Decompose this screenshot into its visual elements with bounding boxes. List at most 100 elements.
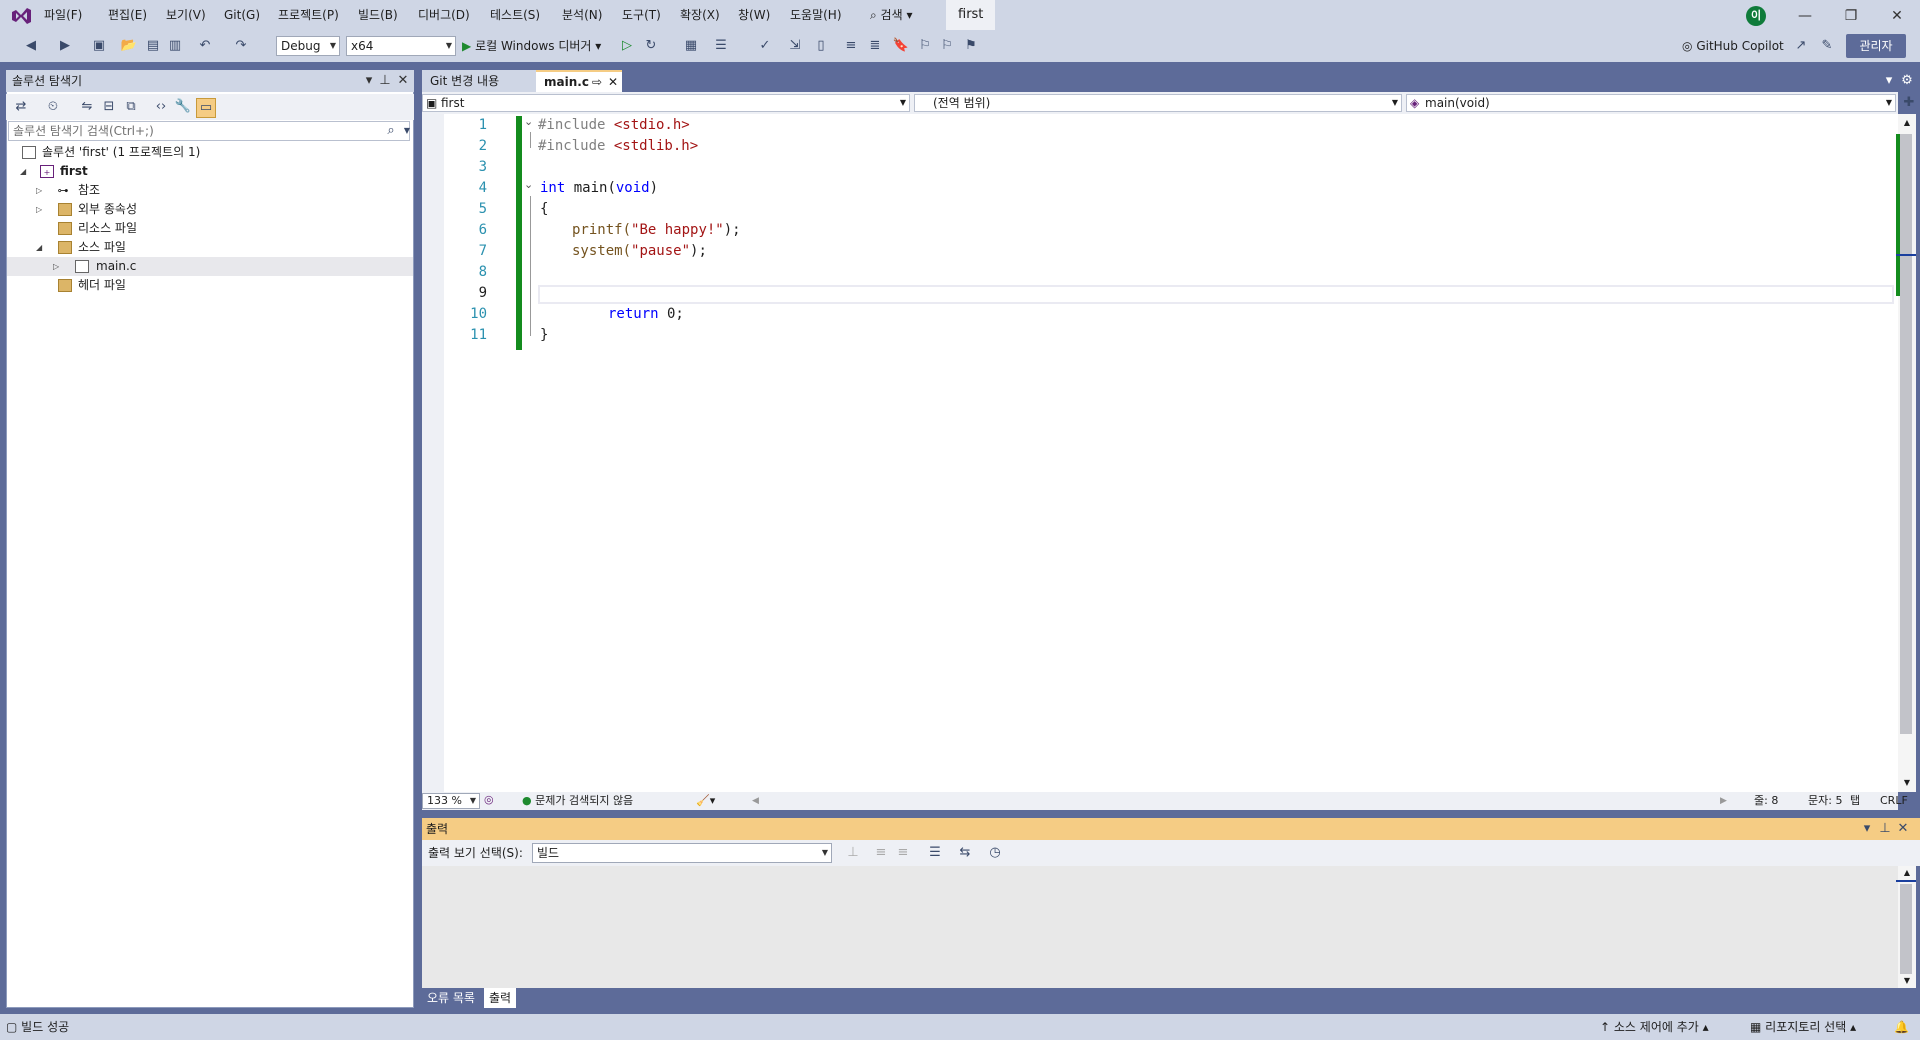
menu-item[interactable]: Git(G) [216,0,268,32]
redo-icon[interactable]: ↷ [232,37,250,55]
scroll-thumb[interactable] [1900,884,1912,974]
menu-item[interactable]: 빌드(B) [350,0,406,32]
eol-indicator[interactable]: CRLF [1880,792,1908,810]
solution-search-input[interactable]: 솔루션 탐색기 검색(Ctrl+;) [8,121,410,141]
menu-item[interactable]: 테스트(S) [482,0,548,32]
menu-item[interactable]: 도움말(H) [782,0,850,32]
next-bookmark-icon[interactable]: ⚐ [938,37,956,55]
glyph-margin[interactable] [422,114,444,792]
find-message-icon[interactable]: ⊥ [844,844,862,862]
profile-avatar[interactable]: 이 [1746,6,1766,26]
pin-tab-icon[interactable]: ⇨ [592,72,602,92]
notifications-icon[interactable]: 🔔 [1894,1014,1909,1040]
editor-settings-icon[interactable]: ⚙ [1898,72,1916,90]
preview-icon[interactable]: ▭ [196,98,216,118]
comment-icon[interactable]: ≡ [842,37,860,55]
pin-icon[interactable]: ⊥ [376,72,394,90]
prev-bookmark-icon[interactable]: ⚐ [916,37,934,55]
save-icon[interactable]: ▤ [144,37,162,55]
collapse-all-icon[interactable]: ⊟ [100,98,118,116]
search-options-icon[interactable]: ▼ [398,122,416,140]
menu-item[interactable]: 분석(N) [554,0,610,32]
next-message-icon[interactable]: ≡ [894,844,912,862]
clear-bookmarks-icon[interactable]: ⚑ [962,37,980,55]
step-icon[interactable]: ⇲ [786,37,804,55]
issues-indicator[interactable]: ● 문제가 검색되지 않음 [522,792,633,810]
close-tab-icon[interactable]: ✕ [608,72,618,92]
sync-icon[interactable]: ⇋ [78,98,96,116]
word-wrap-icon[interactable]: ⇆ [956,844,974,862]
menu-item[interactable]: 도구(T) [614,0,669,32]
menu-item[interactable]: 보기(V) [158,0,214,32]
menu-item[interactable]: 프로젝트(P) [270,0,347,32]
select-repository[interactable]: ▦ 리포지토리 선택 ▴ [1750,1014,1856,1040]
hscroll-left-icon[interactable]: ◀ [752,792,759,810]
menu-item[interactable]: 편집(E) [100,0,155,32]
view-code-icon[interactable]: ‹› [152,98,170,116]
show-all-files-icon[interactable]: ⧉ [122,98,140,116]
github-copilot-button[interactable]: ◎ GitHub Copilot [1682,36,1784,56]
bookmark-icon[interactable]: 🔖 [892,37,910,55]
collapse-region-icon[interactable]: ⌄ [524,115,533,128]
build-status[interactable]: ▢ 빌드 성공 [6,1014,69,1040]
browse-icon[interactable]: ▦ [682,37,700,55]
menu-item[interactable]: 확장(X) [672,0,728,32]
tab-output[interactable]: 출력 [484,988,517,1008]
clear-all-icon[interactable]: ☰ [926,844,944,862]
prev-message-icon[interactable]: ≡ [872,844,890,862]
panel-menu-icon[interactable]: ▾ [1858,820,1876,838]
pin-icon[interactable]: ⊥ [1876,820,1894,838]
configuration-select[interactable]: Debug ▼ [276,36,340,56]
scope-select[interactable]: (전역 범위) ▼ [914,94,1402,112]
close-window-icon[interactable]: ✕ [1874,0,1920,32]
start-without-debugging-icon[interactable]: ▷ [618,37,636,55]
new-project-icon[interactable]: ▣ [90,37,108,55]
collapse-region-icon[interactable]: ⌄ [524,178,533,191]
save-all-icon[interactable]: ▥ [166,37,184,55]
restore-icon[interactable]: ❐ [1828,0,1874,32]
char-indicator[interactable]: 문자: 5 [1808,792,1842,810]
menu-item[interactable]: 디버그(D) [410,0,478,32]
timestamp-icon[interactable]: ◷ [986,844,1004,862]
minimize-icon[interactable]: — [1782,0,1828,32]
menu-item[interactable]: 창(W) [730,0,778,32]
zoom-select[interactable]: 133 % ▼ [422,793,480,809]
scroll-thumb[interactable] [1900,134,1912,734]
scroll-up-icon[interactable]: ▲ [1898,118,1916,130]
search-menu[interactable]: ⌕ 검색 ▾ [862,0,920,32]
spell-check-icon[interactable]: ✓ [756,37,774,55]
breakpoints-icon[interactable]: ▯ [812,37,830,55]
code-editor[interactable] [422,114,1898,792]
close-panel-icon[interactable]: ✕ [394,72,412,90]
uncomment-icon[interactable]: ≣ [866,37,884,55]
tab-main-c[interactable]: main.c ⇨ ✕ [536,70,622,92]
properties-icon[interactable]: 🔧 [174,98,192,116]
tab-git-changes[interactable]: Git 변경 내용 [422,70,538,92]
member-select[interactable]: ◈ main(void) ▼ [1406,94,1896,112]
line-indicator[interactable]: 줄: 8 [1754,792,1778,810]
output-source-select[interactable]: 빌드 ▼ [532,843,832,863]
open-file-icon[interactable]: 📂 [120,37,138,55]
hscroll-right-icon[interactable]: ▶ [1720,792,1727,810]
project-select[interactable]: ▣ first ▼ [422,94,910,112]
tab-error-list[interactable]: 오류 목록 [422,988,480,1008]
visual-studio-logo-icon[interactable] [10,6,32,26]
add-to-source-control[interactable]: ↑ 소스 제어에 추가 ▴ [1600,1014,1709,1040]
undo-icon[interactable]: ↶ [196,37,214,55]
feedback-icon[interactable]: ✎ [1818,37,1836,55]
scroll-down-icon[interactable]: ▼ [1898,778,1916,790]
share-icon[interactable]: ↗ [1792,37,1810,55]
tab-indicator[interactable]: 탭 [1850,792,1860,810]
tree-item-main-c[interactable]: ▷ main.c [7,257,413,276]
tab-list-icon[interactable]: ▾ [1880,72,1898,90]
copilot-status-icon[interactable]: ◎ [484,793,494,806]
start-debugging-button[interactable]: ▶ 로컬 Windows 디버거 ▾ [462,36,601,56]
platform-select[interactable]: x64 ▼ [346,36,456,56]
pending-changes-icon[interactable]: ⏲ [44,98,62,116]
hot-reload-icon[interactable]: ↻ [642,37,660,55]
scroll-down-icon[interactable]: ▼ [1898,976,1916,985]
split-editor-icon[interactable]: ✚ [1900,94,1918,112]
forward-icon[interactable]: ▶ [56,37,74,55]
format-icon[interactable]: ☰ [712,37,730,55]
back-icon[interactable]: ◀ [22,37,40,55]
